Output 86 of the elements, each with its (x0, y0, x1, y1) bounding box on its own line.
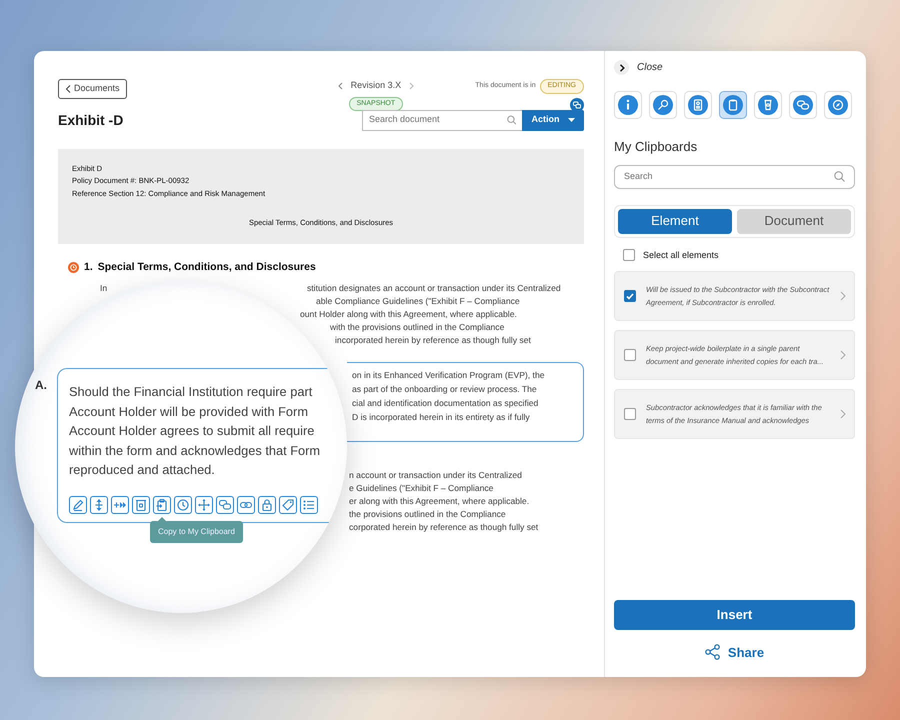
action-button[interactable]: Action (522, 110, 584, 130)
segment-tab[interactable]: Document (737, 208, 851, 234)
tool-button[interactable] (684, 91, 712, 119)
link-button[interactable] (237, 496, 255, 514)
paragraph-text: able Compliance Guidelines ("Exhibit F – Compliance (316, 295, 521, 308)
paragraph-text: cial and identification documentation as specified (352, 397, 540, 410)
share-button[interactable]: Share (698, 642, 770, 663)
clock-icon (176, 498, 190, 512)
paragraph-text: stitution designates an account or transaction under its Centralized (307, 282, 562, 296)
chevron-left-icon (65, 84, 71, 93)
checkbox[interactable] (623, 249, 635, 262)
chevron-left-icon[interactable] (338, 82, 343, 90)
clock-button[interactable] (174, 496, 192, 514)
chevron-right-icon (618, 64, 624, 72)
paragraph-text: with the provisions outlined in the Compliance (330, 321, 506, 334)
clipboard-icon (723, 95, 743, 115)
tool-button[interactable] (824, 91, 852, 119)
insert-button[interactable]: Insert (614, 600, 855, 630)
paragraph-text: Should the Financial Institution require part (69, 383, 314, 401)
search-box[interactable]: Search document (362, 110, 522, 130)
document-title: Exhibit -D (58, 112, 124, 128)
checkbox[interactable] (624, 290, 636, 302)
paragraph-text: er along with this Agreement, where applicable. (349, 495, 530, 508)
section-title: Special Terms, Conditions, and Disclosures (98, 260, 316, 274)
panel-title: My Clipboards (614, 138, 698, 156)
paragraph-text: ount Holder along with this Agreement, where applicable. (300, 308, 518, 322)
chevron-right-icon (840, 350, 846, 360)
back-button[interactable]: Documents (58, 79, 127, 98)
copy-icon (155, 498, 169, 512)
right-arrows-button[interactable] (111, 496, 129, 514)
clock-icon (68, 262, 79, 273)
chat-icon (218, 498, 232, 512)
compass-icon (828, 95, 848, 115)
vertical-arrows-button[interactable] (90, 496, 108, 514)
copy-button[interactable] (153, 496, 171, 514)
tool-button[interactable] (649, 91, 677, 119)
paragraph-text: e Guidelines ("Exhibit F – Compliance (349, 482, 494, 496)
paragraph-text: incorporated herein by reference as though fully set (335, 334, 532, 348)
list-button[interactable] (300, 496, 318, 514)
segment-tab[interactable]: Element (618, 208, 732, 234)
tool-button[interactable] (789, 91, 817, 119)
trash-button[interactable] (132, 496, 150, 514)
checkbox[interactable] (624, 408, 636, 420)
checkbox[interactable] (624, 349, 636, 361)
revision-label: Revision 3.X (350, 79, 402, 92)
checkmark-icon (626, 292, 634, 300)
checkbox-label: Select all elements (643, 248, 719, 262)
clause-label: A. (35, 377, 47, 394)
list-icon (302, 498, 316, 512)
paragraph-text: Account Holder agrees to submit all require (69, 422, 316, 440)
pencil-icon (71, 498, 85, 512)
tag-icon (281, 498, 295, 512)
contact-card-icon (688, 95, 708, 115)
paragraph-text: Account Holder will be provided with Form (69, 402, 309, 421)
paragraph-text: within the form and acknowledges that Form (69, 442, 322, 460)
lock-icon (260, 498, 274, 512)
chevron-right-icon (840, 409, 846, 419)
lock-button[interactable] (258, 496, 276, 514)
move-icon (197, 498, 211, 512)
tool-button[interactable] (719, 91, 747, 119)
pencil-button[interactable] (69, 496, 87, 514)
search-icon (834, 171, 845, 182)
tool-button[interactable] (614, 91, 642, 119)
chevron-right-icon[interactable] (409, 82, 414, 90)
paragraph-text: reproduced and attached. (69, 461, 216, 479)
paragraph-text: as part of the onboarding or review process. The (352, 383, 538, 396)
chat-icon (793, 95, 813, 115)
paragraph-text: D is incorporated herein in its entirety as if fully (352, 411, 531, 424)
move-button[interactable] (195, 496, 213, 514)
close-button[interactable]: Close (614, 60, 855, 75)
paragraph-text: corporated herein by reference as though fully set (349, 521, 540, 534)
caret-icon (568, 118, 574, 122)
paragraph-text: on in its Enhanced Verification Program (EVP), the (352, 369, 546, 382)
search-icon (506, 115, 516, 125)
paragraph-text: n account or transaction under its Centralized (349, 469, 523, 482)
chevron-right-icon (840, 291, 846, 301)
chat-button[interactable] (216, 496, 234, 514)
tool-button[interactable] (754, 91, 782, 119)
search-box[interactable]: Search (614, 164, 855, 188)
paragraph-text: the provisions outlined in the Compliance (349, 508, 507, 522)
section-number: 1. (84, 260, 93, 274)
highlighted-paragraph[interactable] (347, 362, 584, 442)
paragraph-text: In (100, 282, 108, 296)
info-icon (618, 95, 638, 115)
tag-button[interactable] (279, 496, 297, 514)
share-icon (704, 644, 720, 660)
